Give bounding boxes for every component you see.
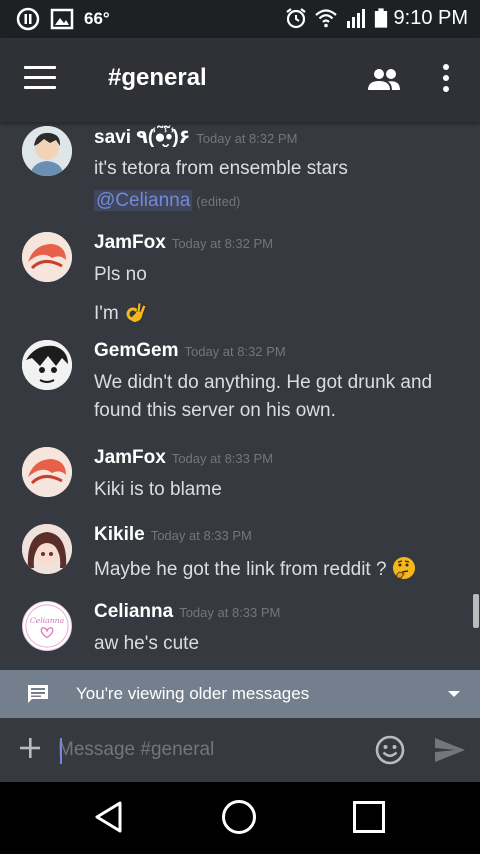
recent-apps-icon[interactable]: [353, 801, 385, 833]
app-bar: #general: [0, 38, 480, 122]
chat-icon: [28, 685, 48, 703]
clock: 9:10 PM: [393, 6, 468, 29]
avatar-logo-text: Celianna: [30, 616, 65, 625]
more-icon[interactable]: [438, 64, 454, 96]
ok-hand-emoji: [126, 302, 147, 323]
message-author[interactable]: Kikile: [94, 524, 145, 545]
message-timestamp: Today at 8:32 PM: [196, 131, 298, 146]
status-bar: 66° 9:10 PM: [0, 0, 480, 38]
message-text: I'm: [94, 303, 119, 324]
message-text: Kiki is to blame: [94, 479, 222, 500]
plus-icon[interactable]: [18, 736, 42, 760]
message-text: found this server on his own.: [94, 400, 336, 421]
text-cursor: [60, 738, 62, 764]
avatar[interactable]: [22, 447, 72, 497]
temperature-label: 66°: [84, 9, 110, 28]
message-author[interactable]: JamFox: [94, 447, 166, 468]
older-messages-text: You're viewing older messages: [76, 684, 310, 703]
message-text: We didn't do anything. He got drunk and: [94, 372, 433, 393]
message-input[interactable]: [58, 734, 358, 766]
image-icon: [50, 8, 74, 30]
message-composer: [0, 718, 480, 782]
message-text: Maybe he got the link from reddit ?: [94, 559, 387, 580]
avatar[interactable]: [22, 524, 72, 574]
avatar[interactable]: [22, 232, 72, 282]
user-mention[interactable]: @Celianna: [94, 190, 193, 211]
message-author[interactable]: Celianna: [94, 601, 173, 622]
thinking-face-emoji: [392, 557, 415, 579]
message-timestamp: Today at 8:32 PM: [184, 344, 286, 359]
chevron-down-icon[interactable]: [448, 691, 460, 697]
avatar[interactable]: Celianna: [22, 601, 72, 651]
signal-icon: [346, 9, 365, 28]
scrollbar[interactable]: [473, 594, 479, 628]
back-icon[interactable]: [92, 800, 126, 834]
home-icon[interactable]: [222, 800, 256, 834]
avatar[interactable]: [22, 340, 72, 390]
message-text: Pls no: [94, 264, 147, 285]
channel-title: #general: [108, 64, 207, 91]
older-messages-banner[interactable]: You're viewing older messages: [0, 670, 480, 718]
wifi-icon: [314, 9, 337, 28]
message-timestamp: Today at 8:33 PM: [179, 605, 281, 620]
avatar[interactable]: [22, 126, 72, 176]
message-timestamp: Today at 8:33 PM: [171, 451, 273, 466]
message-list[interactable]: savi ٩(̾●̮̮̃̾•̃̾)۶ Today at 8:32 PM it's …: [0, 122, 480, 670]
message-timestamp: Today at 8:33 PM: [150, 528, 252, 543]
pause-icon: [16, 7, 40, 31]
emoji-picker-icon[interactable]: [374, 734, 406, 766]
battery-icon: [374, 8, 387, 28]
alarm-icon: [285, 8, 306, 29]
message-timestamp: Today at 8:32 PM: [171, 236, 273, 251]
members-icon[interactable]: [366, 66, 402, 94]
message-text: aw he's cute: [94, 633, 200, 654]
message-author[interactable]: GemGem: [94, 340, 178, 361]
message-author[interactable]: savi ٩(̾●̮̮̃̾•̃̾)۶: [94, 127, 190, 148]
navigation-bar: [0, 782, 480, 854]
menu-icon[interactable]: [24, 66, 56, 92]
edited-label: (edited): [196, 194, 241, 209]
send-icon[interactable]: [434, 736, 466, 764]
message-text: it's tetora from ensemble stars: [94, 158, 348, 179]
message-author[interactable]: JamFox: [94, 232, 166, 253]
